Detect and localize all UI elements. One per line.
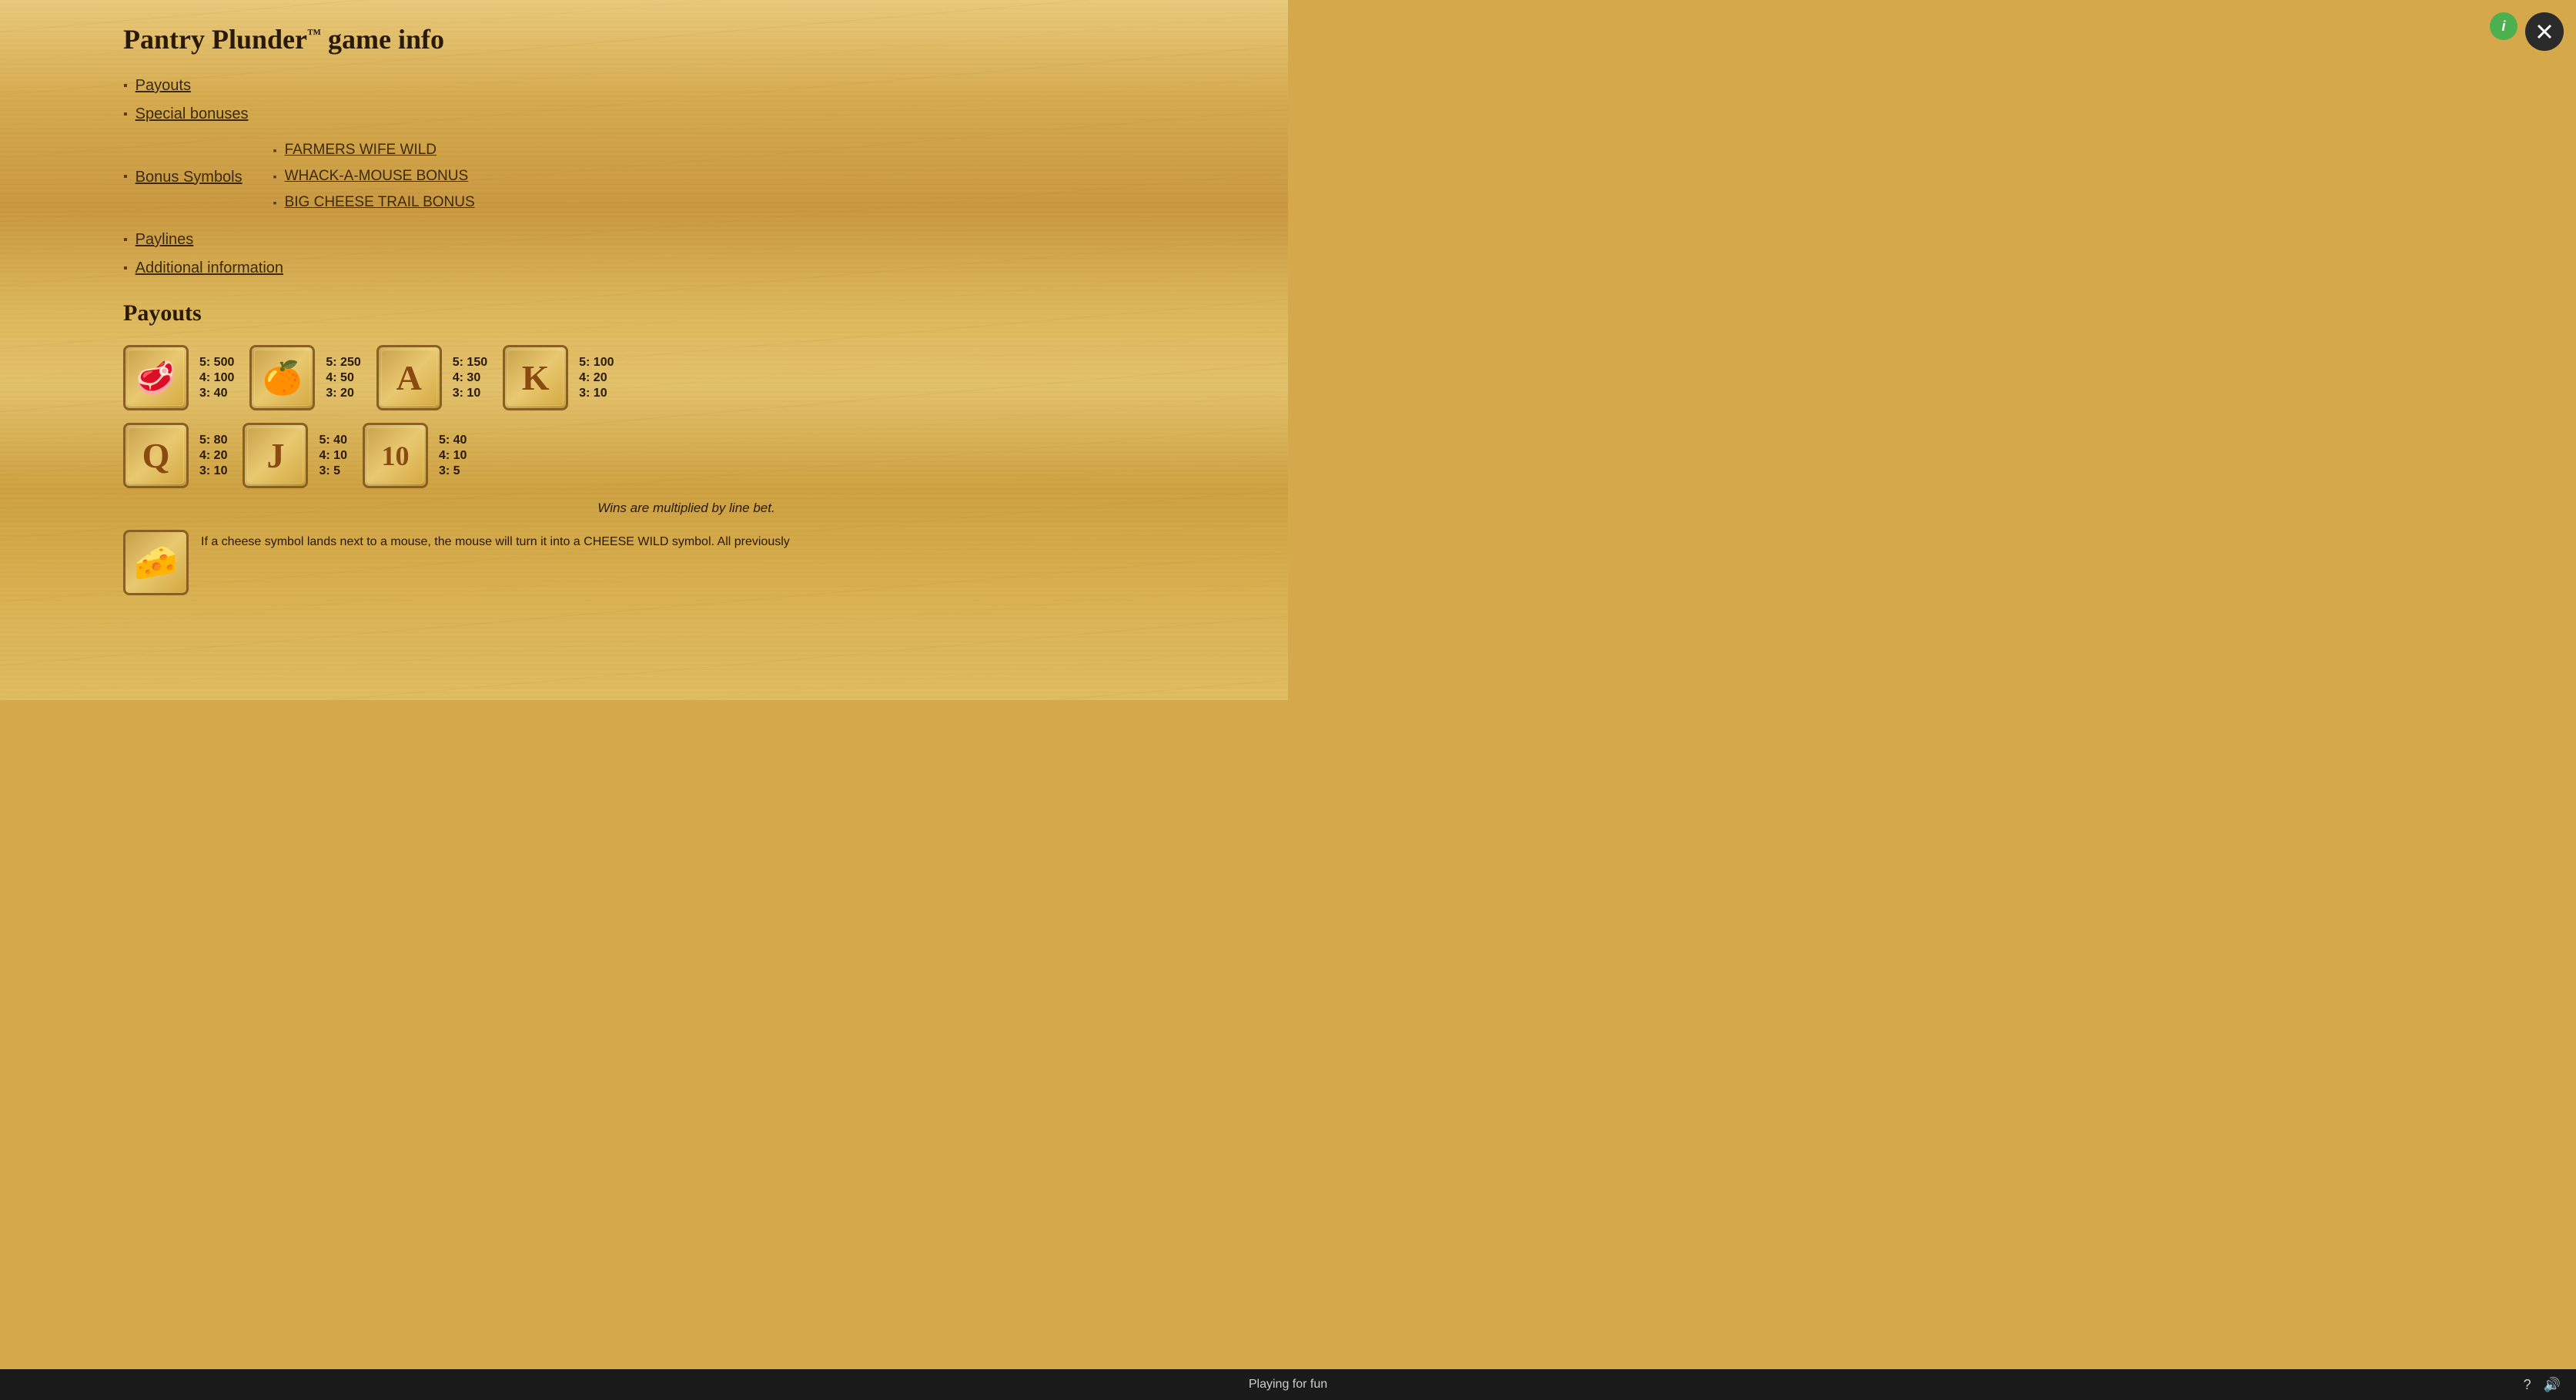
payout-10-3: 3: 5 — [439, 464, 467, 478]
nav-sub-link-whack-a-mouse[interactable]: WHACK-A-MOUSE BONUS — [285, 168, 469, 185]
payout-values-j: 5: 40 4: 10 3: 5 — [319, 434, 346, 478]
symbol-10-icon: 10 — [381, 442, 409, 470]
payout-meat-4: 4: 100 — [199, 371, 234, 385]
symbol-q-icon: Q — [142, 438, 170, 474]
volume-icon[interactable]: 🔊 — [2544, 1377, 2561, 1393]
payout-values-letter-a: 5: 150 4: 30 3: 10 — [453, 356, 487, 400]
payout-values-jar: 5: 250 4: 50 3: 20 — [326, 356, 360, 400]
symbol-box-meat: 🥩 — [123, 345, 189, 410]
payout-values-meat: 5: 500 4: 100 3: 40 — [199, 356, 234, 400]
nav-sub-link-farmers-wife[interactable]: FARMERS WIFE WILD — [285, 142, 437, 159]
cheese-info-block: 🧀 If a cheese symbol lands next to a mou… — [123, 530, 1250, 595]
payout-k-4: 4: 20 — [579, 371, 614, 385]
nav-link-additional-info[interactable]: Additional information — [135, 260, 283, 277]
payout-item-letter-k: K 5: 100 4: 20 3: 10 — [503, 345, 614, 410]
payout-jar-5: 5: 250 — [326, 356, 360, 370]
nav-sub-link-big-cheese[interactable]: BIG CHEESE TRAIL BONUS — [285, 194, 475, 211]
nav-link-payouts[interactable]: Payouts — [135, 77, 191, 95]
payout-a-3: 3: 10 — [453, 387, 487, 400]
payout-item-meat: 🥩 5: 500 4: 100 3: 40 — [123, 345, 234, 410]
payout-k-5: 5: 100 — [579, 356, 614, 370]
nav-link-special-bonuses[interactable]: Special bonuses — [135, 106, 249, 123]
symbol-box-letter-k: K — [503, 345, 568, 410]
payout-k-3: 3: 10 — [579, 387, 614, 400]
payout-row-2: Q 5: 80 4: 20 3: 10 J 5: 40 4: 10 3: 5 — [123, 423, 1250, 488]
symbol-box-jar: 🍊 — [249, 345, 315, 410]
symbol-box-10: 10 — [363, 423, 428, 488]
nav-item-paylines: Paylines — [123, 231, 1250, 249]
help-icon[interactable]: ? — [2524, 1377, 2531, 1393]
payout-jar-4: 4: 50 — [326, 371, 360, 385]
payout-values-10: 5: 40 4: 10 3: 5 — [439, 434, 467, 478]
symbol-box-j: J — [243, 423, 308, 488]
payout-q-3: 3: 10 — [199, 464, 227, 478]
payout-item-q: Q 5: 80 4: 20 3: 10 — [123, 423, 227, 488]
payout-jar-3: 3: 20 — [326, 387, 360, 400]
cheese-symbol-box: 🧀 — [123, 530, 189, 595]
nav-sub-item-farmers-wife: FARMERS WIFE WILD — [273, 142, 475, 159]
bottom-bar-icons: ? 🔊 — [2524, 1377, 2561, 1393]
payout-a-5: 5: 150 — [453, 356, 487, 370]
payout-10-5: 5: 40 — [439, 434, 467, 447]
payout-q-4: 4: 20 — [199, 449, 227, 463]
wins-multiplied-note: Wins are multiplied by line bet. — [123, 501, 1250, 516]
payout-q-5: 5: 80 — [199, 434, 227, 447]
nav-link-paylines[interactable]: Paylines — [135, 231, 194, 249]
symbol-j-icon: J — [266, 438, 284, 474]
nav-item-special-bonuses: Special bonuses — [123, 106, 1250, 123]
nav-link-bonus-symbols[interactable]: Bonus Symbols — [135, 169, 243, 186]
payouts-section-title: Payouts — [123, 300, 1250, 327]
payout-meat-3: 3: 40 — [199, 387, 234, 400]
symbol-letter-a-icon: A — [396, 360, 422, 396]
close-button[interactable] — [2525, 12, 2564, 51]
nav-item-bonus-symbols: Bonus Symbols FARMERS WIFE WILD WHACK-A-… — [123, 134, 1250, 220]
symbol-jar-icon: 🍊 — [263, 362, 303, 394]
payout-item-jar: 🍊 5: 250 4: 50 3: 20 — [249, 345, 360, 410]
bottom-bar: Playing for fun ? 🔊 — [0, 1369, 2576, 1400]
info-icon: i — [2501, 18, 2505, 35]
cheese-description: If a cheese symbol lands next to a mouse… — [201, 530, 790, 551]
symbol-meat-icon: 🥩 — [135, 362, 176, 394]
symbol-box-letter-a: A — [376, 345, 442, 410]
payout-item-j: J 5: 40 4: 10 3: 5 — [243, 423, 346, 488]
nav-sub-item-big-cheese: BIG CHEESE TRAIL BONUS — [273, 194, 475, 211]
payout-values-q: 5: 80 4: 20 3: 10 — [199, 434, 227, 478]
payout-j-3: 3: 5 — [319, 464, 346, 478]
cheese-symbol-icon: 🧀 — [134, 541, 178, 584]
page-title: Pantry Plunder™ game info — [123, 23, 1250, 55]
payout-item-10: 10 5: 40 4: 10 3: 5 — [363, 423, 467, 488]
nav-item-payouts: Payouts — [123, 77, 1250, 95]
payout-values-letter-k: 5: 100 4: 20 3: 10 — [579, 356, 614, 400]
info-button[interactable]: i — [2490, 12, 2517, 40]
payout-j-4: 4: 10 — [319, 449, 346, 463]
symbol-box-q: Q — [123, 423, 189, 488]
payout-10-4: 4: 10 — [439, 449, 467, 463]
payout-j-5: 5: 40 — [319, 434, 346, 447]
navigation-list: Payouts Special bonuses Bonus Symbols FA… — [123, 77, 1250, 277]
nav-sub-item-whack-a-mouse: WHACK-A-MOUSE BONUS — [273, 168, 475, 185]
playing-for-fun-text: Playing for fun — [1249, 1378, 1327, 1392]
nav-item-additional-info: Additional information — [123, 260, 1250, 277]
payout-meat-5: 5: 500 — [199, 356, 234, 370]
bonus-symbols-sublist: FARMERS WIFE WILD WHACK-A-MOUSE BONUS BI… — [273, 142, 475, 220]
payout-item-letter-a: A 5: 150 4: 30 3: 10 — [376, 345, 487, 410]
content-area: Pantry Plunder™ game info Payouts Specia… — [0, 0, 1288, 669]
payout-row-1: 🥩 5: 500 4: 100 3: 40 🍊 5: 250 4: 50 3: … — [123, 345, 1250, 410]
symbol-letter-k-icon: K — [522, 360, 550, 396]
payout-a-4: 4: 30 — [453, 371, 487, 385]
payouts-section: Payouts 🥩 5: 500 4: 100 3: 40 🍊 5: 25 — [123, 300, 1250, 595]
